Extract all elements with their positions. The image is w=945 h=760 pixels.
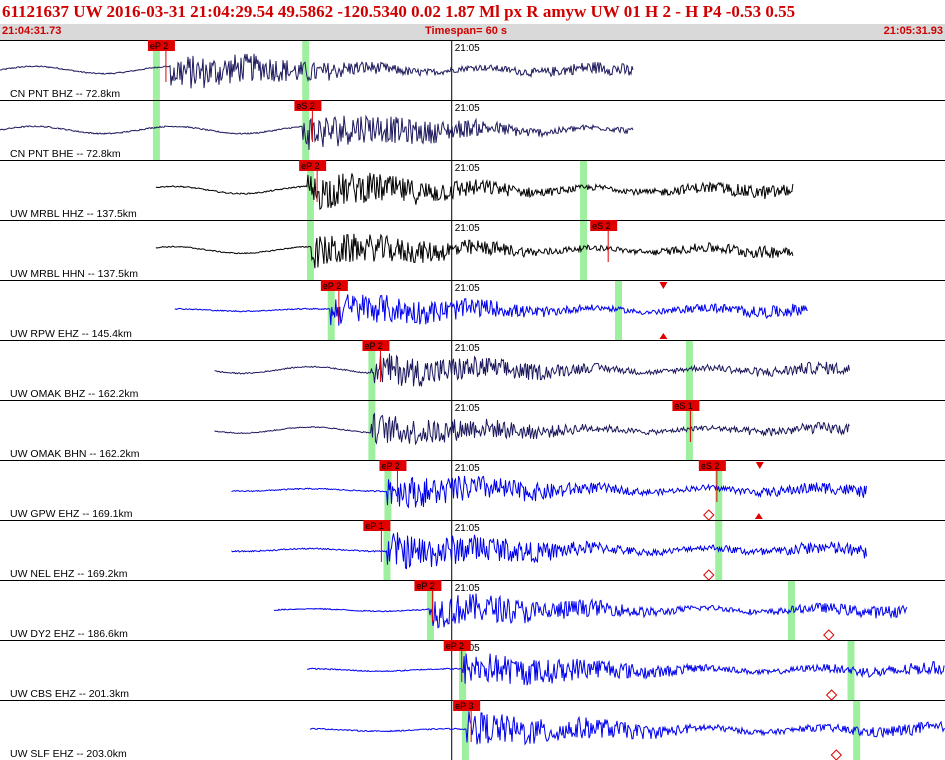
pick-label: eP 2 bbox=[446, 641, 464, 651]
trace-row: 21:05 eP 2 UW OMAK BHZ -- 162.2km bbox=[0, 340, 945, 400]
seismogram-panel[interactable]: 21:05 eP 2 CN PNT BHZ -- 72.8km 21:05 eS 2 CN… bbox=[0, 40, 945, 760]
trace-label: UW CBS EHZ -- 201.3km bbox=[10, 688, 129, 700]
amplitude-marker bbox=[659, 282, 668, 289]
window-band bbox=[152, 101, 160, 160]
pick-label: eP 1 bbox=[365, 521, 383, 531]
trace-row: 21:05 eP 1 UW NEL EHZ -- 169.2km bbox=[0, 520, 945, 581]
trace-label: UW MRBL HHN -- 137.5km bbox=[10, 268, 138, 280]
time-tick-label: 21:05 bbox=[455, 103, 480, 114]
waveform bbox=[214, 412, 850, 446]
amplitude-marker bbox=[659, 333, 668, 339]
pick-label: eP 2 bbox=[364, 341, 382, 351]
end-time: 21:05:31.93 bbox=[883, 25, 943, 37]
amplitude-marker bbox=[703, 569, 715, 581]
trace-label: UW DY2 EHZ -- 186.6km bbox=[10, 628, 128, 640]
time-tick-label: 21:05 bbox=[455, 343, 480, 354]
pick-label: eS 1 bbox=[674, 401, 693, 411]
time-tick-label: 21:05 bbox=[455, 223, 480, 234]
amplitude-marker bbox=[830, 749, 843, 760]
pick-label: eP 2 bbox=[323, 281, 341, 291]
window-band bbox=[615, 281, 623, 340]
pick-label: eP 2 bbox=[150, 41, 168, 51]
time-tick-label: 21:05 bbox=[455, 403, 480, 414]
amplitude-marker bbox=[703, 509, 715, 521]
amplitude-marker bbox=[755, 462, 764, 469]
waveform bbox=[155, 172, 794, 211]
waveform bbox=[273, 593, 908, 629]
trace-row: 21:05eP 3UW SLF EHZ -- 203.0km bbox=[0, 700, 945, 760]
pick-label: eS 2 bbox=[296, 101, 315, 111]
timespan-label: Timespan= 60 s bbox=[425, 25, 508, 37]
trace-row: 21:05 eP 2 UW DY2 EHZ -- 186.6km bbox=[0, 580, 945, 641]
waveform bbox=[231, 475, 867, 509]
header: 61121637 UW 2016-03-31 21:04:29.54 49.58… bbox=[0, 0, 945, 40]
trace-row: 21:05eP 2UW CBS EHZ -- 201.3km bbox=[0, 640, 945, 701]
window-band bbox=[306, 221, 314, 280]
trace-row: 21:05 eS 2 CN PNT BHE -- 72.8km bbox=[0, 100, 945, 160]
time-tick-label: 21:05 bbox=[455, 43, 480, 54]
waveform bbox=[174, 294, 808, 326]
pick-label: eS 2 bbox=[592, 221, 611, 231]
trace-label: UW OMAK BHZ -- 162.2km bbox=[10, 388, 139, 400]
trace-row: 21:05 eP 2 CN PNT BHZ -- 72.8km bbox=[0, 40, 945, 100]
event-title: 61121637 UW 2016-03-31 21:04:29.54 49.58… bbox=[2, 2, 796, 21]
trace-row: 21:05 eP 2 UW MRBL HHZ -- 137.5km bbox=[0, 160, 945, 220]
waveform bbox=[231, 532, 867, 570]
time-tick-label: 21:05 bbox=[455, 283, 480, 294]
pick-label: eP 2 bbox=[301, 161, 319, 171]
start-time: 21:04:31.73 bbox=[2, 25, 62, 37]
trace-label: CN PNT BHE -- 72.8km bbox=[10, 148, 121, 160]
trace-label: UW SLF EHZ -- 203.0km bbox=[10, 748, 127, 760]
trace-row: 21:05 eP 2 UW RPW EHZ -- 145.4km bbox=[0, 280, 945, 340]
waveform bbox=[214, 353, 850, 387]
time-tick-label: 21:05 bbox=[455, 163, 480, 174]
pick-label: eP 2 bbox=[381, 461, 399, 471]
trace-label: UW NEL EHZ -- 169.2km bbox=[10, 568, 128, 580]
time-tick-label: 21:05 bbox=[455, 463, 480, 474]
waveform bbox=[309, 711, 945, 746]
trace-label: UW GPW EHZ -- 169.1km bbox=[10, 508, 133, 520]
trace-label: UW RPW EHZ -- 145.4km bbox=[10, 328, 132, 340]
pick-label: eP 3 bbox=[455, 701, 473, 711]
window-band bbox=[580, 161, 588, 220]
trace-row: 21:05 eS 2 UW MRBL HHN -- 137.5km bbox=[0, 220, 945, 280]
pick-label: eS 2 bbox=[701, 461, 720, 471]
amplitude-marker bbox=[754, 513, 763, 519]
waveform bbox=[0, 114, 634, 151]
window-band bbox=[853, 701, 861, 760]
time-bar: 21:04:31.73 Timespan= 60 s 21:05:31.93 bbox=[0, 24, 945, 40]
waveform bbox=[0, 53, 634, 89]
amplitude-marker bbox=[823, 629, 835, 641]
waveform bbox=[155, 233, 794, 269]
time-tick-label: 21:05 bbox=[455, 523, 480, 534]
trace-label: UW OMAK BHN -- 162.2km bbox=[10, 448, 140, 460]
amplitude-marker bbox=[825, 689, 838, 701]
pick-label: eP 2 bbox=[416, 581, 434, 591]
trace-label: CN PNT BHZ -- 72.8km bbox=[10, 88, 120, 100]
trace-row: 21:05 eS 1 UW OMAK BHN -- 162.2km bbox=[0, 400, 945, 460]
trace-label: UW MRBL HHZ -- 137.5km bbox=[10, 208, 137, 220]
time-tick-label: 21:05 bbox=[455, 583, 480, 594]
trace-row: 21:05 eP 2 eS 2 UW GPW EHZ -- 169.1km bbox=[0, 460, 945, 521]
